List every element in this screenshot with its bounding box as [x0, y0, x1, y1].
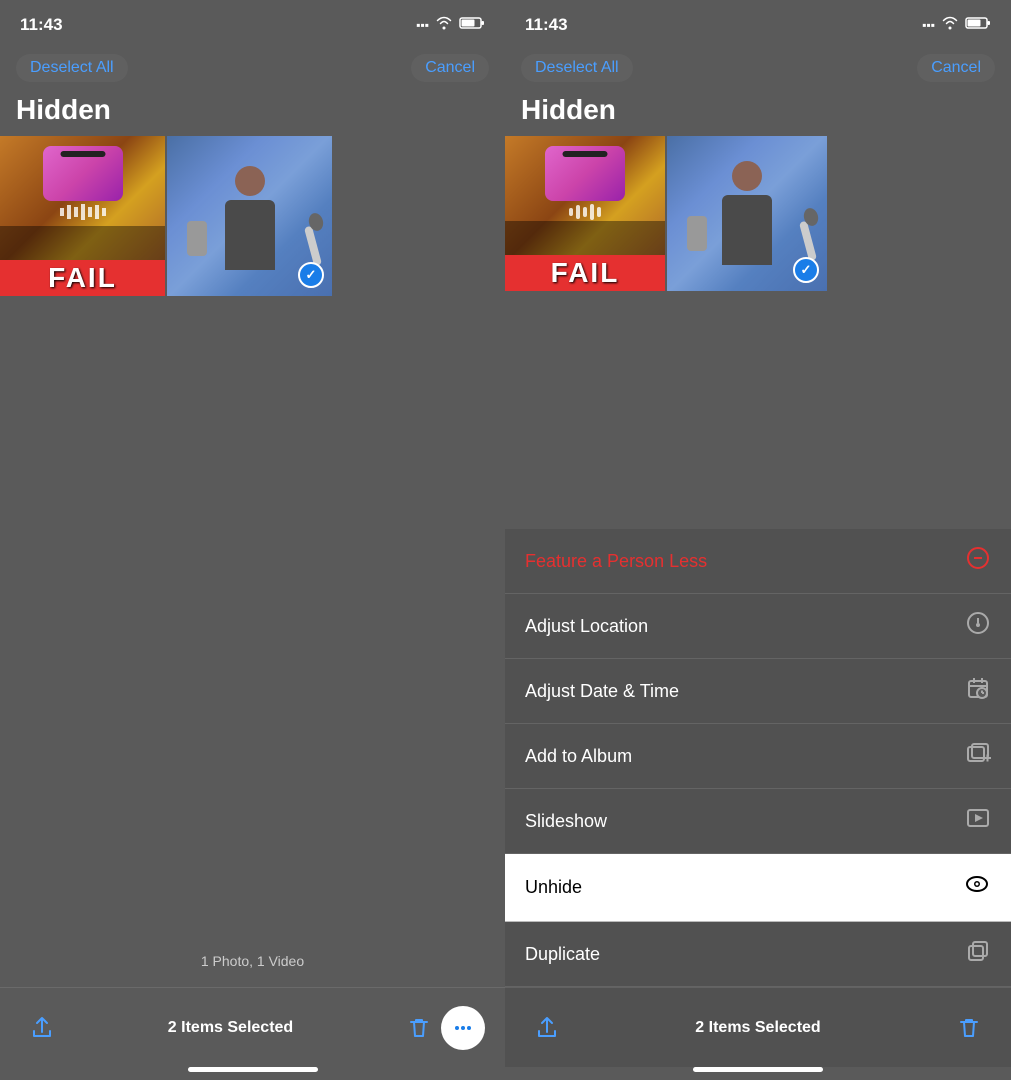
right-deselect-all-button[interactable]: Deselect All: [521, 54, 633, 82]
adjust-location-item[interactable]: Adjust Location: [505, 594, 1011, 659]
slideshow-label: Slideshow: [525, 811, 607, 832]
right-page-title: Hidden: [505, 90, 1011, 136]
right-panel: 11:43 ▪▪▪ Deselect All Cancel: [505, 0, 1011, 1080]
right-time: 11:43: [525, 15, 568, 35]
right-person-head: [732, 161, 762, 191]
right-wifi-icon: [941, 16, 959, 35]
add-to-album-item[interactable]: Add to Album: [505, 724, 1011, 789]
right-soundwave-icon: [569, 204, 601, 220]
left-cancel-button[interactable]: Cancel: [411, 54, 489, 82]
left-status-bar: 11:43 ▪▪▪: [0, 0, 505, 50]
signal-icon: ▪▪▪: [416, 18, 429, 32]
phone-decoration: [187, 221, 207, 256]
adjust-date-time-label: Adjust Date & Time: [525, 681, 679, 702]
unhide-icon: [963, 870, 991, 905]
right-person-figure: [707, 161, 787, 291]
right-home-indicator: [693, 1067, 823, 1072]
feature-person-less-icon: [965, 545, 991, 577]
right-selection-label: 2 Items Selected: [569, 1019, 947, 1037]
left-time: 11:43: [20, 15, 63, 35]
left-deselect-all-button[interactable]: Deselect All: [16, 54, 128, 82]
right-person-body: [722, 195, 772, 265]
left-home-indicator: [188, 1067, 318, 1072]
right-delete-button[interactable]: [947, 1006, 991, 1050]
duplicate-icon: [965, 938, 991, 970]
right-cancel-button[interactable]: Cancel: [917, 54, 995, 82]
left-bottom-bar: 2 Items Selected: [0, 987, 505, 1067]
left-delete-button[interactable]: [397, 1006, 441, 1050]
unhide-label: Unhide: [525, 877, 582, 898]
left-page-title: Hidden: [0, 90, 505, 136]
wifi-icon: [435, 16, 453, 35]
left-top-bar: Deselect All Cancel: [0, 50, 505, 90]
left-share-button[interactable]: [20, 1006, 64, 1050]
person-figure: [210, 166, 290, 296]
right-photo-1[interactable]: FAIL ✓: [505, 136, 665, 291]
context-menu: Feature a Person Less Adjust Location: [505, 529, 1011, 1080]
right-photo-grid: FAIL ✓ ✓: [505, 136, 1011, 291]
left-panel: 11:43 ▪▪▪ Deselect All Cancel: [0, 0, 505, 1080]
fail-text: FAIL: [0, 260, 165, 296]
right-phone-decoration: [687, 216, 707, 251]
slideshow-item[interactable]: Slideshow: [505, 789, 1011, 854]
right-bottom-bar: 2 Items Selected: [505, 987, 1011, 1067]
left-photo-grid: FAIL ✓ ✓: [0, 136, 505, 296]
left-selection-label: 2 Items Selected: [64, 1019, 397, 1037]
right-fail-text: FAIL: [505, 255, 665, 291]
left-status-icons: ▪▪▪: [416, 16, 485, 35]
adjust-date-time-icon: [965, 675, 991, 707]
right-signal-icon: ▪▪▪: [922, 18, 935, 32]
left-content-area: 1 Photo, 1 Video: [0, 296, 505, 987]
left-photo-1[interactable]: FAIL ✓: [0, 136, 165, 296]
left-items-count: 1 Photo, 1 Video: [0, 953, 505, 977]
slideshow-icon: [965, 805, 991, 837]
right-status-bar: 11:43 ▪▪▪: [505, 0, 1011, 50]
adjust-location-icon: [965, 610, 991, 642]
right-battery-icon: [965, 16, 991, 35]
left-photo-2[interactable]: ✓: [167, 136, 332, 296]
unhide-item[interactable]: Unhide: [505, 854, 1011, 922]
duplicate-item[interactable]: Duplicate: [505, 922, 1011, 987]
battery-icon: [459, 16, 485, 35]
right-top-bar: Deselect All Cancel: [505, 50, 1011, 90]
adjust-date-time-item[interactable]: Adjust Date & Time: [505, 659, 1011, 724]
right-photo-2[interactable]: ✓: [667, 136, 827, 291]
right-mic-stick: [799, 221, 817, 262]
right-photo-2-check[interactable]: ✓: [793, 257, 819, 283]
person-body: [225, 200, 275, 270]
mic-stick: [304, 226, 322, 267]
person-head: [235, 166, 265, 196]
feature-person-less-label: Feature a Person Less: [525, 551, 707, 572]
duplicate-label: Duplicate: [525, 944, 600, 965]
right-share-button[interactable]: [525, 1006, 569, 1050]
left-photo-2-check[interactable]: ✓: [298, 262, 324, 288]
left-more-button[interactable]: [441, 1006, 485, 1050]
right-status-icons: ▪▪▪: [922, 16, 991, 35]
add-to-album-label: Add to Album: [525, 746, 632, 767]
adjust-location-label: Adjust Location: [525, 616, 648, 637]
soundwave-icon: [60, 204, 106, 220]
add-to-album-icon: [965, 740, 991, 772]
feature-person-less-item[interactable]: Feature a Person Less: [505, 529, 1011, 594]
